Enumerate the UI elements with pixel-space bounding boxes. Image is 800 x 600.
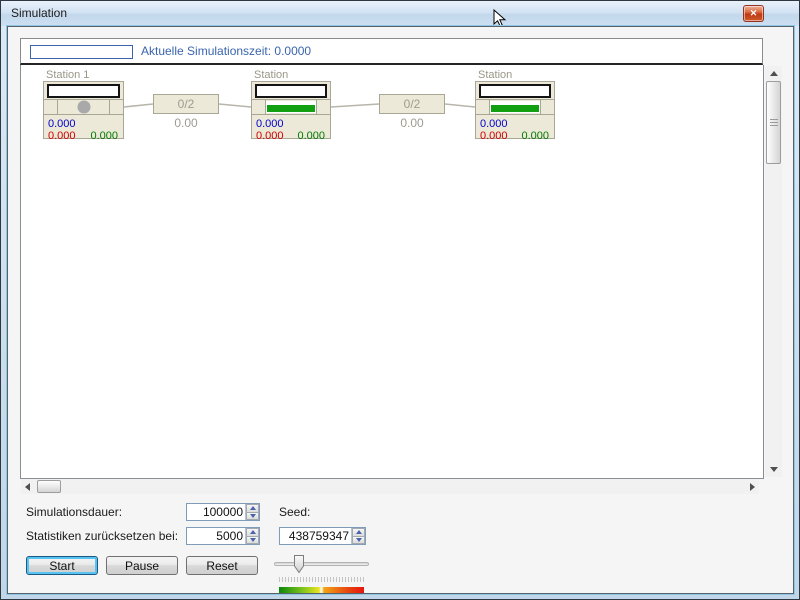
start-button-label: Start [49, 559, 74, 573]
slider-tick-marks [279, 577, 364, 582]
scroll-up-button[interactable] [765, 66, 782, 81]
queue-value: 0.00 [379, 116, 445, 130]
station-value-blue: 0.000 [256, 118, 284, 130]
station-value-green: 0.000 [297, 130, 325, 142]
divider [540, 100, 541, 114]
station-node[interactable]: 0.000 0.000 0.000 [475, 81, 555, 139]
divider [57, 100, 58, 114]
station-label: Station [254, 69, 288, 81]
spin-up-button[interactable] [246, 528, 259, 537]
arrow-up-icon [770, 71, 778, 76]
speed-slider-thumb[interactable] [293, 554, 305, 574]
vertical-scrollbar[interactable] [765, 66, 782, 477]
arrow-right-icon [750, 483, 755, 491]
stats-reset-input[interactable] [187, 528, 245, 544]
window-title: Simulation [11, 6, 67, 20]
station-process-row [476, 99, 554, 115]
queue-value: 0.00 [153, 116, 219, 130]
pause-button-label: Pause [125, 559, 159, 573]
simulation-time-label: Aktuelle Simulationszeit: 0.0000 [141, 44, 311, 58]
seed-spinner [279, 527, 366, 545]
station-node[interactable]: 0.000 0.000 0.000 [251, 81, 331, 139]
queue-occupancy: 0/2 [404, 97, 421, 111]
vertical-scrollbar-thumb[interactable] [766, 81, 781, 164]
station-label: Station [478, 69, 512, 81]
queue-node[interactable]: 0/2 [153, 94, 219, 114]
station-value-red: 0.000 [480, 130, 508, 142]
scrollbar-grip-icon [770, 119, 778, 127]
scroll-right-button[interactable] [746, 479, 759, 494]
station-display [47, 84, 120, 98]
station-node[interactable]: 0.000 0.000 0.000 [43, 81, 124, 139]
close-button[interactable]: ✕ [743, 5, 764, 22]
sim-duration-spinner [186, 503, 260, 521]
station-process-row [44, 99, 123, 115]
scroll-down-button[interactable] [765, 462, 782, 477]
pause-button[interactable]: Pause [106, 556, 178, 575]
spin-down-icon [356, 538, 362, 542]
station-value-red: 0.000 [48, 130, 76, 142]
arrow-down-icon [770, 467, 778, 472]
seed-input[interactable] [280, 528, 351, 544]
station-display [479, 84, 551, 98]
stats-reset-spinner [186, 527, 260, 545]
start-button[interactable]: Start [26, 556, 98, 575]
spin-down-icon [250, 514, 256, 518]
queue-occupancy: 0/2 [178, 97, 195, 111]
horizontal-scrollbar[interactable] [21, 479, 759, 494]
spin-down-icon [250, 538, 256, 542]
busy-bar [491, 105, 539, 112]
station-process-row [252, 99, 330, 115]
spin-up-icon [250, 506, 256, 510]
time-display-box[interactable] [30, 45, 133, 59]
sim-duration-input[interactable] [187, 504, 245, 520]
seed-label: Seed: [279, 505, 310, 519]
process-slot [490, 101, 540, 113]
busy-bar [267, 105, 315, 112]
titlebar[interactable]: Simulation ✕ [1, 1, 799, 26]
token-circle-icon [77, 101, 90, 114]
station-label: Station 1 [46, 69, 89, 81]
arrow-left-icon [25, 483, 30, 491]
spin-down-button[interactable] [246, 537, 259, 545]
process-slot [266, 101, 316, 113]
divider [109, 100, 110, 114]
close-icon: ✕ [750, 8, 758, 19]
reset-button[interactable]: Reset [186, 556, 258, 575]
divider [316, 100, 317, 114]
sim-duration-label: Simulationsdauer: [26, 505, 122, 519]
spin-up-button[interactable] [352, 528, 365, 537]
station-value-blue: 0.000 [480, 118, 508, 130]
reset-button-label: Reset [206, 559, 237, 573]
station-value-green: 0.000 [90, 130, 118, 142]
simulation-time-panel: Aktuelle Simulationszeit: 0.0000 [20, 38, 763, 65]
client-area: Aktuelle Simulationszeit: 0.0000 Station… [7, 26, 794, 594]
horizontal-scrollbar-thumb[interactable] [37, 480, 61, 493]
spin-down-button[interactable] [352, 537, 365, 545]
spin-down-button[interactable] [246, 513, 259, 521]
station-value-red: 0.000 [256, 130, 284, 142]
stats-reset-label: Statistiken zurücksetzen bei: [26, 529, 178, 543]
station-display [255, 84, 327, 98]
simulation-window: Simulation ✕ Aktuelle Simulationszeit: 0… [0, 0, 800, 600]
speed-gradient-bar [279, 587, 364, 593]
speed-slider-track[interactable] [274, 562, 369, 566]
model-canvas: Station 1 0.000 0.000 0.000 0/2 0.00 Sta… [20, 65, 764, 479]
station-value-green: 0.000 [521, 130, 549, 142]
queue-node[interactable]: 0/2 [379, 94, 445, 114]
station-value-blue: 0.000 [48, 118, 76, 130]
scroll-left-button[interactable] [21, 479, 34, 494]
spin-up-icon [356, 530, 362, 534]
spin-up-button[interactable] [246, 504, 259, 513]
spin-up-icon [250, 530, 256, 534]
